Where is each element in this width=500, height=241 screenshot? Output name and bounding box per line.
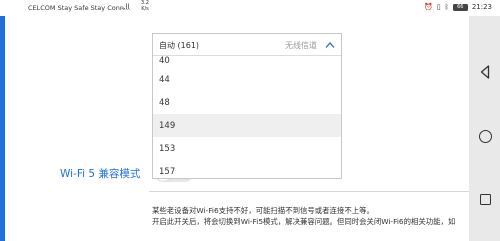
recent-apps-icon[interactable] xyxy=(480,194,491,205)
wifi5-compat-label: Wi-Fi 5 兼容模式 xyxy=(60,168,141,180)
signal-icon: ..ll xyxy=(121,3,130,11)
status-bar: CELCOM Stay Safe Stay Conn... ..ll 3.2 K… xyxy=(0,0,500,16)
back-icon[interactable] xyxy=(480,65,490,79)
status-right: ⏰ ▯ ᛒ 66 21:23 xyxy=(424,3,492,11)
clock: 21:23 xyxy=(471,3,492,11)
channel-option-153[interactable]: 153 xyxy=(153,137,341,160)
divider xyxy=(149,191,469,192)
network-speed: 3.2 K/s xyxy=(141,0,149,12)
alarm-icon: ⏰ xyxy=(424,3,433,11)
description-line-2: 开启此开关后，将会切换到Wi-Fi5模式，解决兼容问题。但同时会关闭Wi-Fi6… xyxy=(152,217,456,226)
bluetooth-icon: ᛒ xyxy=(444,3,449,11)
battery-icon: 66 xyxy=(452,3,468,11)
navigation-bar xyxy=(469,16,500,241)
channel-option-48[interactable]: 48 xyxy=(153,91,341,114)
selected-channel: 自动 (161) xyxy=(159,41,200,50)
channel-dropdown[interactable]: 自动 (161) 无线信道 40 44 48 149 153 157 xyxy=(152,33,342,179)
speed-unit: K/s xyxy=(141,5,149,12)
channel-field-label: 无线信道 xyxy=(285,41,317,50)
channel-select[interactable]: 自动 (161) 无线信道 xyxy=(153,34,341,56)
channel-option-44[interactable]: 44 xyxy=(153,68,341,91)
compat-description: 某些老设备对Wi-Fi6支持不好，可能扫描不到信号或者连接不上等。 开启此开关后… xyxy=(152,205,469,227)
channel-option-149[interactable]: 149 xyxy=(153,114,341,137)
description-line-1: 某些老设备对Wi-Fi6支持不好，可能扫描不到信号或者连接不上等。 xyxy=(152,206,374,215)
channel-option-157[interactable]: 157 xyxy=(153,160,341,178)
settings-page: Wi-Fi 5 兼容模式 某些老设备对Wi-Fi6支持不好，可能扫描不到信号或者… xyxy=(0,16,469,241)
carrier-name: CELCOM Stay Safe Stay Conn... xyxy=(28,4,131,12)
channel-options: 40 44 48 149 153 157 xyxy=(153,56,341,178)
chevron-up-icon[interactable] xyxy=(325,41,335,49)
vibrate-icon: ▯ xyxy=(436,3,441,11)
home-icon[interactable] xyxy=(479,130,492,143)
channel-option-40[interactable]: 40 xyxy=(153,56,341,68)
accent-bar xyxy=(0,16,5,241)
